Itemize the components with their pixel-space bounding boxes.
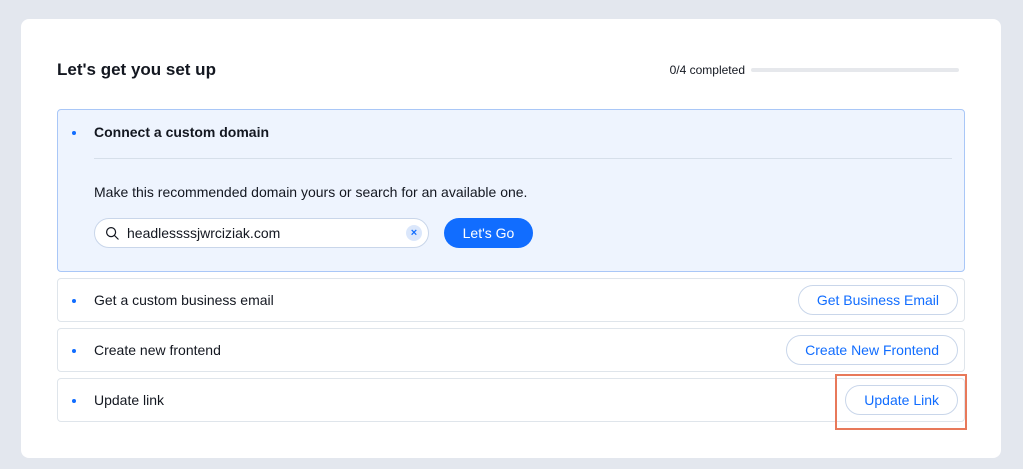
step-description: Make this recommended domain yours or se… <box>94 184 528 200</box>
page-title: Let's get you set up <box>57 60 216 79</box>
domain-search-field[interactable]: × <box>94 218 429 248</box>
bullet-dot <box>72 349 76 353</box>
setup-card: Let's get you set up 0/4 completed Conne… <box>21 19 1001 458</box>
clear-icon[interactable]: × <box>406 225 422 241</box>
bullet-dot <box>72 399 76 403</box>
lets-go-button[interactable]: Let's Go <box>444 218 533 248</box>
step-label: Update link <box>94 392 165 408</box>
step-business-email[interactable]: Get a custom business email Get Business… <box>57 278 965 322</box>
search-icon <box>105 225 121 241</box>
get-business-email-button[interactable]: Get Business Email <box>797 285 958 315</box>
step-update-link[interactable]: Update link Update Link <box>57 378 965 422</box>
highlight-box <box>835 374 967 430</box>
divider <box>94 158 952 159</box>
progress-text: 0/4 completed <box>669 63 745 77</box>
step-create-frontend[interactable]: Create new frontend Create New Frontend <box>57 328 965 372</box>
progress-bar <box>751 68 959 72</box>
create-new-frontend-button[interactable]: Create New Frontend <box>786 335 958 365</box>
step-title: Connect a custom domain <box>94 124 270 140</box>
bullet-dot <box>72 299 76 303</box>
step-connect-domain[interactable]: Connect a custom domain Make this recomm… <box>57 109 965 272</box>
step-label: Get a custom business email <box>94 292 274 308</box>
domain-search-input[interactable] <box>127 225 397 241</box>
setup-header: Let's get you set up 0/4 completed <box>57 55 959 85</box>
progress: 0/4 completed <box>670 63 959 77</box>
bullet-dot <box>72 131 76 135</box>
step-label: Create new frontend <box>94 342 221 358</box>
